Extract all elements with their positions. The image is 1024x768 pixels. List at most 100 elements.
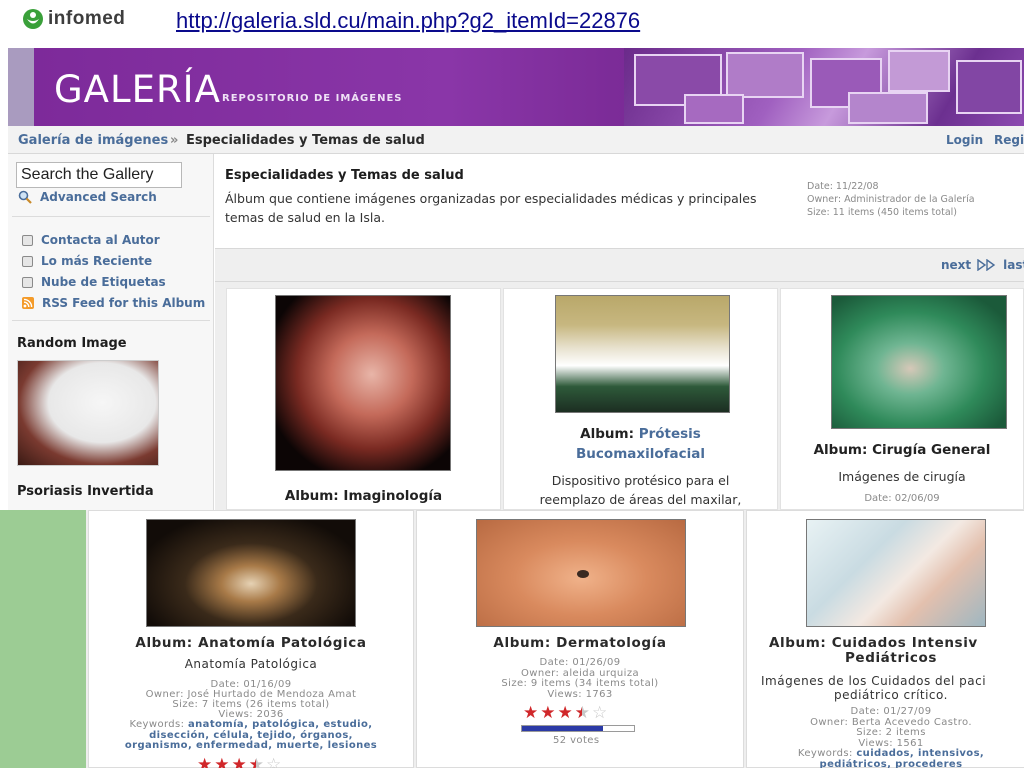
album-description: Imágenes de cirugía — [838, 469, 966, 484]
vote-count: 52 votes — [553, 735, 600, 746]
album-thumbnail[interactable] — [275, 295, 451, 471]
album-cell-dermatologia: Album: Dermatología Date: 01/26/09 Owner… — [416, 510, 744, 768]
album-description: pediátrico crítico. — [834, 688, 948, 702]
star-full-icon[interactable]: ★ — [540, 705, 555, 722]
pager-bar: next last — [215, 248, 1024, 282]
keyword-links[interactable]: cuidados, intensivos, — [856, 748, 984, 759]
rating-stars[interactable]: ★★★★★☆ — [197, 757, 281, 768]
rss-icon — [22, 297, 34, 309]
album-cell-cirugia: Album: Cirugía General Imágenes de cirug… — [780, 288, 1024, 510]
next-arrows-icon[interactable] — [977, 259, 997, 271]
album-description: Imágenes de los Cuidados del paci — [761, 674, 987, 688]
star-empty-icon[interactable]: ☆ — [592, 705, 607, 722]
album-title[interactable]: Album: Dermatología — [417, 636, 743, 651]
album-cell-cuidados: Album: Cuidados Intensiv Pediátricos Imá… — [746, 510, 1024, 768]
album-date: Date: 11/22/08 — [807, 181, 879, 192]
star-full-icon[interactable]: ★ — [214, 757, 229, 768]
keyword-links[interactable]: pediátricos, procederes — [820, 759, 963, 768]
album-views: Views: 1763 — [547, 688, 613, 700]
infomed-logo-icon — [23, 9, 43, 29]
random-image-caption[interactable]: Psoriasis Invertida — [17, 484, 154, 499]
advanced-search-link[interactable]: Advanced Search — [18, 190, 157, 204]
star-full-icon[interactable]: ★ — [523, 705, 538, 722]
breadcrumb-current: Especialidades y Temas de salud — [186, 133, 425, 148]
sidebar: Advanced Search Contacta al Autor Lo más… — [8, 154, 214, 510]
banner-collage-image — [624, 48, 1024, 126]
last-link[interactable]: last — [1003, 258, 1024, 272]
breadcrumb-root-link[interactable]: Galería de imágenes — [18, 133, 168, 148]
source-url-link[interactable]: http://galeria.sld.cu/main.php?g2_itemId… — [176, 8, 640, 34]
vote-bar — [521, 725, 635, 732]
gallery-screenshot-top: GALERÍA REPOSITORIO DE IMÁGENES Galería … — [8, 48, 1024, 510]
star-half-icon[interactable]: ★★ — [249, 757, 264, 768]
slide: infomed http://galeria.sld.cu/main.php?g… — [0, 0, 1024, 768]
magnifier-icon — [18, 190, 32, 204]
page-icon — [22, 276, 33, 288]
vote-bar-fill — [522, 726, 603, 731]
keyword-links[interactable]: anatomía, patológica, estudio, — [188, 719, 372, 730]
breadcrumb-separator: » — [170, 133, 179, 148]
album-thumbnail[interactable] — [831, 295, 1007, 429]
star-empty-icon[interactable]: ☆ — [266, 757, 281, 768]
gallery-screenshot-bottom: Album: Anatomía Patológica Anatomía Pato… — [86, 510, 1024, 768]
sidebar-item-tag-cloud[interactable]: Nube de Etiquetas — [22, 275, 166, 289]
random-image-thumbnail[interactable] — [17, 360, 159, 466]
album-description: reemplazo de áreas del maxilar, — [539, 492, 742, 507]
logo-text: infomed — [48, 8, 126, 29]
star-full-icon[interactable]: ★ — [558, 705, 573, 722]
album-title[interactable]: Album: Cuidados Intensiv — [769, 636, 978, 651]
album-thumbnail[interactable] — [146, 519, 356, 627]
album-link[interactable]: Bucomaxilofacial — [576, 446, 705, 462]
sidebar-item-label: Nube de Etiquetas — [41, 275, 166, 289]
album-caption: Album: Imaginología — [284, 488, 443, 504]
star-full-icon[interactable]: ★ — [232, 757, 247, 768]
album-title[interactable]: Pediátricos — [747, 651, 1024, 666]
random-image-heading: Random Image — [17, 336, 127, 351]
sidebar-item-label: Lo más Reciente — [41, 254, 153, 268]
star-half-icon[interactable]: ★★ — [575, 705, 590, 722]
infomed-logo: infomed — [22, 6, 125, 32]
register-link[interactable]: Regi — [994, 133, 1024, 147]
album-title[interactable]: Album: Anatomía Patológica — [89, 636, 413, 651]
album-subtitle: Anatomía Patológica — [184, 657, 318, 671]
keyword-links[interactable]: disección, célula, tejido, órganos, — [149, 730, 353, 741]
next-link[interactable]: next — [941, 258, 971, 272]
album-size: Size: 2 items — [856, 727, 926, 738]
keyword-links[interactable]: organismo, enfermedad, muerte, lesiones — [125, 740, 377, 751]
sidebar-item-contact-author[interactable]: Contacta al Autor — [22, 233, 160, 247]
sidebar-item-most-recent[interactable]: Lo más Reciente — [22, 254, 152, 268]
search-input[interactable] — [16, 162, 182, 188]
album-date: Date: 02/06/09 — [864, 493, 940, 504]
sidebar-divider — [12, 320, 210, 321]
rating-stars[interactable]: ★★★★★☆ — [523, 705, 607, 722]
banner-subtitle: REPOSITORIO DE IMÁGENES — [222, 93, 403, 104]
login-link[interactable]: Login — [946, 133, 983, 147]
album-date: Date: 01/27/09 — [850, 706, 932, 717]
page-icon — [22, 234, 33, 246]
sidebar-divider — [12, 216, 210, 217]
star-full-icon[interactable]: ★ — [197, 757, 212, 768]
album-caption: Album: Prótesis — [580, 426, 701, 442]
album-description: Álbum que contiene imágenes organizadas … — [225, 191, 757, 225]
slide-green-panel — [0, 510, 86, 768]
sidebar-item-rss-feed[interactable]: RSS Feed for this Album — [22, 296, 205, 310]
breadcrumb: Galería de imágenes » Especialidades y T… — [8, 126, 1024, 154]
album-cell-anatomia: Album: Anatomía Patológica Anatomía Pato… — [88, 510, 414, 768]
album-size: Size: 11 items (450 items total) — [807, 207, 957, 218]
album-thumbnail[interactable] — [806, 519, 986, 627]
album-grid-top: Album: Imaginología Album: Prótesis Buco… — [215, 282, 1024, 510]
album-thumbnail[interactable] — [555, 295, 730, 413]
album-cell-protesis: Album: Prótesis Bucomaxilofacial Disposi… — [503, 288, 778, 510]
album-title: Especialidades y Temas de salud — [225, 168, 464, 183]
pager: next last — [941, 258, 1024, 272]
banner-title: GALERÍA — [54, 68, 221, 111]
album-cell-imaginologia: Album: Imaginología — [226, 288, 501, 510]
sidebar-item-label: Contacta al Autor — [41, 233, 160, 247]
album-size: Size: 9 items (34 items total) — [501, 678, 659, 689]
sidebar-item-label: RSS Feed for this Album — [42, 296, 206, 310]
album-link[interactable]: Prótesis — [639, 426, 701, 442]
album-meta: Date: 11/22/08 Owner: Administrador de l… — [807, 180, 975, 219]
album-date: Date: 01/26/09 — [539, 657, 621, 668]
album-thumbnail[interactable] — [476, 519, 686, 627]
album-caption: Album: Cirugía General — [813, 442, 991, 458]
